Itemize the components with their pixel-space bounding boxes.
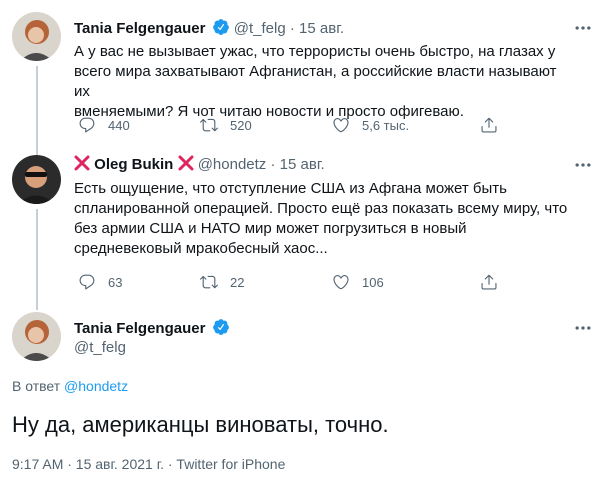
more-options-icon[interactable] [573, 318, 593, 338]
reply-count: 63 [108, 274, 123, 290]
reply-button[interactable]: 63 [78, 272, 122, 292]
thread-line [36, 209, 38, 300]
like-count: 5,6 тыс. [362, 117, 410, 133]
author-handle[interactable]: @t_felg [74, 338, 126, 358]
author-handle[interactable]: @hondetz [198, 156, 267, 173]
retweet-button[interactable]: 520 [200, 115, 252, 135]
retweet-button[interactable]: 22 [200, 272, 244, 292]
x-mark-icon [178, 155, 198, 173]
tweet-header: Oleg Bukin @hondetz · 15 авг. [74, 155, 325, 175]
like-count: 106 [362, 274, 384, 290]
reply-prefix: В ответ [12, 378, 61, 394]
retweet-icon [200, 275, 218, 289]
verified-badge-icon [210, 319, 230, 337]
share-icon [481, 274, 497, 290]
author-name[interactable]: Tania Felgengauer [74, 320, 205, 337]
separator-dot: · [289, 20, 295, 37]
author-name[interactable]: Oleg Bukin [94, 156, 173, 173]
author-handle[interactable]: @t_felg [234, 20, 286, 37]
retweet-icon [200, 118, 218, 132]
retweet-count: 520 [230, 117, 252, 133]
heart-icon [333, 118, 349, 133]
avatar-tania[interactable] [12, 12, 61, 61]
separator-dot: · [270, 156, 276, 173]
reply-button[interactable]: 440 [78, 115, 130, 135]
retweet-count: 22 [230, 274, 245, 290]
avatar-oleg[interactable] [12, 155, 61, 204]
tweet-line: А у вас не вызывает ужас, что террористы… [74, 43, 556, 60]
more-options-icon[interactable] [573, 18, 593, 38]
thread-line [36, 66, 38, 150]
tweet-oleg[interactable]: Oleg Bukin @hondetz · 15 авг. Есть ощуще… [0, 145, 607, 300]
like-button[interactable]: 106 [332, 272, 384, 292]
share-icon [481, 117, 497, 133]
tweet-line: без армии США и НАТО мир может погрузить… [74, 220, 467, 237]
share-button[interactable] [480, 115, 498, 135]
verified-badge-icon [210, 19, 234, 37]
reply-context: В ответ @hondetz [12, 377, 128, 395]
tweet-date[interactable]: 15 авг. [280, 156, 325, 173]
author-name[interactable]: Tania Felgengauer [74, 20, 205, 37]
tweet-timestamp-meta[interactable]: 9:17 AM · 15 авг. 2021 г. · Twitter for … [12, 455, 285, 473]
tweet-text: А у вас не вызывает ужас, что террористы… [74, 42, 574, 122]
share-button[interactable] [480, 272, 498, 292]
avatar-tania-main[interactable] [12, 312, 61, 361]
reply-icon [79, 117, 95, 133]
action-bar: 63 22 106 [74, 272, 514, 292]
reply-icon [79, 274, 95, 290]
tweet-line: спланированной операцией. Просто ещё раз… [74, 200, 568, 217]
heart-icon [333, 275, 349, 290]
thread-line [36, 145, 38, 155]
tweet-text: Есть ощущение, что отступление США из Аф… [74, 179, 574, 259]
tweet-header: Tania Felgengauer @t_felg · 15 авг. [74, 18, 344, 38]
action-bar: 440 520 5,6 тыс. [74, 115, 514, 135]
reply-count: 440 [108, 117, 130, 133]
more-options-icon[interactable] [573, 155, 593, 175]
main-author-name-row: Tania Felgengauer [74, 318, 230, 339]
tweet-line: всего мира захватывают Афганистан, а рос… [74, 63, 557, 100]
main-tweet-text: Ну да, американцы виноваты, точно. [12, 412, 389, 437]
like-button[interactable]: 5,6 тыс. [332, 115, 409, 135]
tweet-tania[interactable]: Tania Felgengauer @t_felg · 15 авг. А у … [0, 0, 607, 150]
x-mark-icon [74, 155, 94, 173]
tweet-date[interactable]: 15 авг. [299, 20, 344, 37]
tweet-line: средневековый мракобесный хаос... [74, 240, 328, 257]
reply-to-handle-link[interactable]: @hondetz [64, 378, 128, 394]
thread-line [36, 300, 38, 310]
tweet-line: Есть ощущение, что отступление США из Аф… [74, 180, 507, 197]
